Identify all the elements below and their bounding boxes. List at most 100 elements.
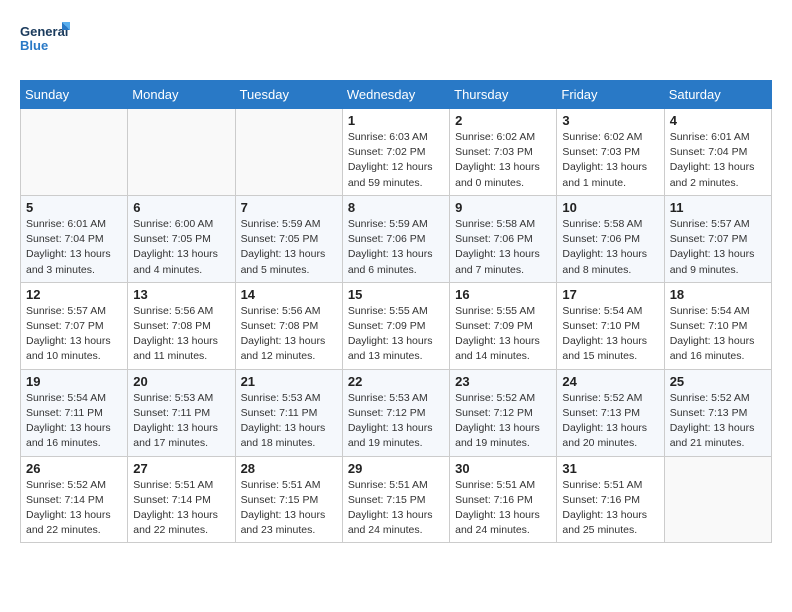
day-info: Sunrise: 5:57 AMSunset: 7:07 PMDaylight:…: [670, 217, 766, 278]
day-number: 29: [348, 461, 444, 476]
svg-text:Blue: Blue: [20, 38, 48, 53]
calendar-cell: 30 Sunrise: 5:51 AMSunset: 7:16 PMDayligh…: [450, 456, 557, 543]
calendar-cell: [21, 109, 128, 196]
day-info: Sunrise: 5:53 AMSunset: 7:11 PMDaylight:…: [133, 391, 229, 452]
day-number: 1: [348, 113, 444, 128]
calendar-week-row: 12 Sunrise: 5:57 AMSunset: 7:07 PMDayligh…: [21, 282, 772, 369]
day-info: Sunrise: 5:52 AMSunset: 7:14 PMDaylight:…: [26, 478, 122, 539]
day-info: Sunrise: 6:03 AMSunset: 7:02 PMDaylight:…: [348, 130, 444, 191]
calendar-cell: 17Sunrise: 5:54 AMSunset: 7:10 PMDayligh…: [557, 282, 664, 369]
logo: General Blue: [20, 20, 70, 64]
calendar-cell: 27Sunrise: 5:51 AMSunset: 7:14 PMDayligh…: [128, 456, 235, 543]
day-number: 18: [670, 287, 766, 302]
day-info: Sunrise: 5:54 AMSunset: 7:10 PMDaylight:…: [670, 304, 766, 365]
day-info: Sunrise: 5:58 AMSunset: 7:06 PMDaylight:…: [562, 217, 658, 278]
day-number: 12: [26, 287, 122, 302]
calendar-cell: 9Sunrise: 5:58 AMSunset: 7:06 PMDaylight…: [450, 195, 557, 282]
day-info: Sunrise: 5:52 AMSunset: 7:12 PMDaylight:…: [455, 391, 551, 452]
day-info: Sunrise: 6:02 AMSunset: 7:03 PMDaylight:…: [562, 130, 658, 191]
day-info: Sunrise: 6:01 AMSunset: 7:04 PMDaylight:…: [26, 217, 122, 278]
day-info: Sunrise: 5:55 AMSunset: 7:09 PMDaylight:…: [455, 304, 551, 365]
calendar-header-row: SundayMondayTuesdayWednesdayThursdayFrid…: [21, 81, 772, 109]
day-number: 26: [26, 461, 122, 476]
day-number: 15: [348, 287, 444, 302]
svg-text:General: General: [20, 24, 68, 39]
calendar-cell: 31 Sunrise: 5:51 AMSunset: 7:16 PMDayligh…: [557, 456, 664, 543]
weekday-header: Thursday: [450, 81, 557, 109]
day-number: 13: [133, 287, 229, 302]
day-number: 21: [241, 374, 337, 389]
day-info: Sunrise: 5:52 AMSunset: 7:13 PMDaylight:…: [562, 391, 658, 452]
calendar-cell: [664, 456, 771, 543]
weekday-header: Wednesday: [342, 81, 449, 109]
day-info: Sunrise: 5:51 AMSunset: 7:15 PMDaylight:…: [241, 478, 337, 539]
calendar-cell: 5 Sunrise: 6:01 AMSunset: 7:04 PMDaylight…: [21, 195, 128, 282]
calendar-cell: 7 Sunrise: 5:59 AMSunset: 7:05 PMDaylight…: [235, 195, 342, 282]
weekday-header: Friday: [557, 81, 664, 109]
day-info: Sunrise: 5:51 AMSunset: 7:16 PMDaylight:…: [562, 478, 658, 539]
calendar-cell: 23Sunrise: 5:52 AMSunset: 7:12 PMDayligh…: [450, 369, 557, 456]
day-number: 3: [562, 113, 658, 128]
day-info: Sunrise: 5:51 AMSunset: 7:14 PMDaylight:…: [133, 478, 229, 539]
weekday-header: Saturday: [664, 81, 771, 109]
day-number: 14: [241, 287, 337, 302]
day-info: Sunrise: 5:51 AMSunset: 7:15 PMDaylight:…: [348, 478, 444, 539]
calendar-cell: 28 Sunrise: 5:51 AMSunset: 7:15 PMDayligh…: [235, 456, 342, 543]
day-info: Sunrise: 5:57 AMSunset: 7:07 PMDaylight:…: [26, 304, 122, 365]
day-info: Sunrise: 5:53 AMSunset: 7:11 PMDaylight:…: [241, 391, 337, 452]
calendar-cell: 13 Sunrise: 5:56 AMSunset: 7:08 PMDayligh…: [128, 282, 235, 369]
calendar-cell: 29 Sunrise: 5:51 AMSunset: 7:15 PMDayligh…: [342, 456, 449, 543]
day-info: Sunrise: 5:56 AMSunset: 7:08 PMDaylight:…: [241, 304, 337, 365]
day-number: 2: [455, 113, 551, 128]
calendar-cell: 25 Sunrise: 5:52 AMSunset: 7:13 PMDayligh…: [664, 369, 771, 456]
calendar-table: SundayMondayTuesdayWednesdayThursdayFrid…: [20, 80, 772, 543]
day-number: 7: [241, 200, 337, 215]
calendar-week-row: 26 Sunrise: 5:52 AMSunset: 7:14 PMDayligh…: [21, 456, 772, 543]
day-number: 20: [133, 374, 229, 389]
weekday-header: Tuesday: [235, 81, 342, 109]
day-info: Sunrise: 5:55 AMSunset: 7:09 PMDaylight:…: [348, 304, 444, 365]
day-info: Sunrise: 5:56 AMSunset: 7:08 PMDaylight:…: [133, 304, 229, 365]
calendar-cell: 3 Sunrise: 6:02 AMSunset: 7:03 PMDaylight…: [557, 109, 664, 196]
weekday-header: Sunday: [21, 81, 128, 109]
day-number: 31: [562, 461, 658, 476]
page-header: General Blue: [20, 20, 772, 64]
calendar-cell: 26 Sunrise: 5:52 AMSunset: 7:14 PMDayligh…: [21, 456, 128, 543]
calendar-cell: 20 Sunrise: 5:53 AMSunset: 7:11 PMDayligh…: [128, 369, 235, 456]
day-number: 8: [348, 200, 444, 215]
day-info: Sunrise: 6:00 AMSunset: 7:05 PMDaylight:…: [133, 217, 229, 278]
calendar-cell: 16 Sunrise: 5:55 AMSunset: 7:09 PMDayligh…: [450, 282, 557, 369]
day-number: 30: [455, 461, 551, 476]
calendar-cell: 12 Sunrise: 5:57 AMSunset: 7:07 PMDayligh…: [21, 282, 128, 369]
day-number: 4: [670, 113, 766, 128]
calendar-cell: [128, 109, 235, 196]
calendar-cell: 15 Sunrise: 5:55 AMSunset: 7:09 PMDayligh…: [342, 282, 449, 369]
day-info: Sunrise: 5:52 AMSunset: 7:13 PMDaylight:…: [670, 391, 766, 452]
day-info: Sunrise: 6:01 AMSunset: 7:04 PMDaylight:…: [670, 130, 766, 191]
day-number: 24: [562, 374, 658, 389]
calendar-cell: 11Sunrise: 5:57 AMSunset: 7:07 PMDayligh…: [664, 195, 771, 282]
calendar-cell: 22Sunrise: 5:53 AMSunset: 7:12 PMDayligh…: [342, 369, 449, 456]
day-number: 6: [133, 200, 229, 215]
day-number: 28: [241, 461, 337, 476]
day-info: Sunrise: 5:59 AMSunset: 7:05 PMDaylight:…: [241, 217, 337, 278]
calendar-week-row: 1 Sunrise: 6:03 AMSunset: 7:02 PMDaylight…: [21, 109, 772, 196]
calendar-cell: 14 Sunrise: 5:56 AMSunset: 7:08 PMDayligh…: [235, 282, 342, 369]
day-number: 10: [562, 200, 658, 215]
calendar-cell: 4 Sunrise: 6:01 AMSunset: 7:04 PMDaylight…: [664, 109, 771, 196]
day-info: Sunrise: 5:59 AMSunset: 7:06 PMDaylight:…: [348, 217, 444, 278]
day-number: 25: [670, 374, 766, 389]
calendar-cell: 10 Sunrise: 5:58 AMSunset: 7:06 PMDayligh…: [557, 195, 664, 282]
day-info: Sunrise: 5:54 AMSunset: 7:11 PMDaylight:…: [26, 391, 122, 452]
calendar-cell: 2Sunrise: 6:02 AMSunset: 7:03 PMDaylight…: [450, 109, 557, 196]
calendar-cell: 8 Sunrise: 5:59 AMSunset: 7:06 PMDaylight…: [342, 195, 449, 282]
day-info: Sunrise: 5:51 AMSunset: 7:16 PMDaylight:…: [455, 478, 551, 539]
calendar-cell: [235, 109, 342, 196]
day-number: 19: [26, 374, 122, 389]
calendar-cell: 21 Sunrise: 5:53 AMSunset: 7:11 PMDayligh…: [235, 369, 342, 456]
calendar-week-row: 5 Sunrise: 6:01 AMSunset: 7:04 PMDaylight…: [21, 195, 772, 282]
day-info: Sunrise: 5:53 AMSunset: 7:12 PMDaylight:…: [348, 391, 444, 452]
day-number: 5: [26, 200, 122, 215]
calendar-cell: 6 Sunrise: 6:00 AMSunset: 7:05 PMDaylight…: [128, 195, 235, 282]
day-number: 16: [455, 287, 551, 302]
